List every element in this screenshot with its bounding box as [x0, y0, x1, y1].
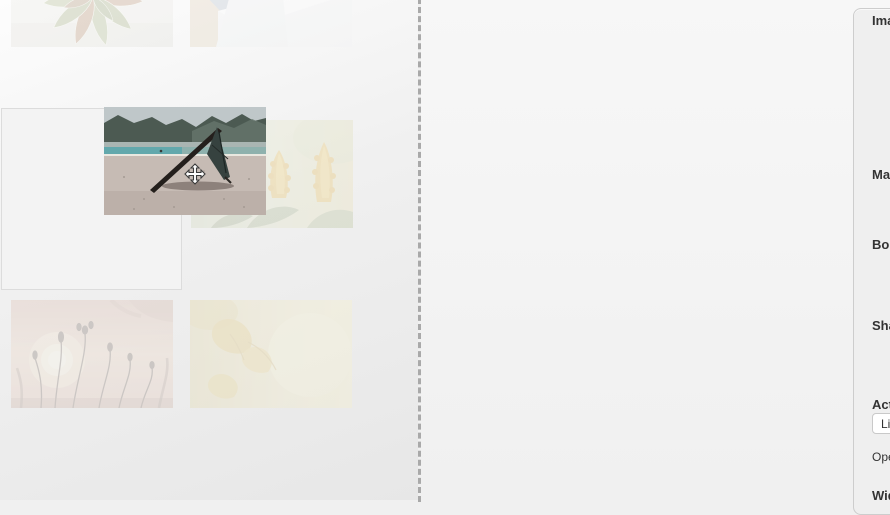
- settings-area: Image: [421, 0, 890, 500]
- move-cursor-icon: [184, 163, 206, 185]
- shadow-heading: Shadow: [872, 318, 890, 333]
- action-type-selected-value: Link to a menu item: [881, 417, 890, 431]
- potted-plant-desk-photo: [190, 0, 352, 47]
- border-heading: Border: [872, 237, 890, 252]
- action-on-click-heading: Action on click: [872, 397, 890, 412]
- action-type-select[interactable]: Link to a menu item ▼: [872, 413, 890, 434]
- sunset-plants-photo: [11, 300, 173, 408]
- yellow-leaves-photo: [190, 300, 352, 408]
- beach-windsurf-photo: [104, 107, 266, 215]
- gallery-item-beach-dragged[interactable]: [104, 107, 266, 215]
- gallery-item-yellow-leaves[interactable]: [190, 300, 352, 408]
- width-heading: Width: [872, 488, 890, 503]
- open-in-label: Open in :: [872, 450, 890, 464]
- gallery-item-sunset[interactable]: [11, 300, 173, 408]
- panel-title: Image: [872, 13, 890, 28]
- gallery-canvas: [0, 0, 418, 500]
- gallery-item-aloe[interactable]: [11, 0, 173, 47]
- margins-heading: Margins (in px): [872, 167, 890, 182]
- aloe-plant-photo: [11, 0, 173, 47]
- image-settings-panel: Image: [853, 8, 890, 515]
- gallery-item-desk[interactable]: [190, 0, 352, 47]
